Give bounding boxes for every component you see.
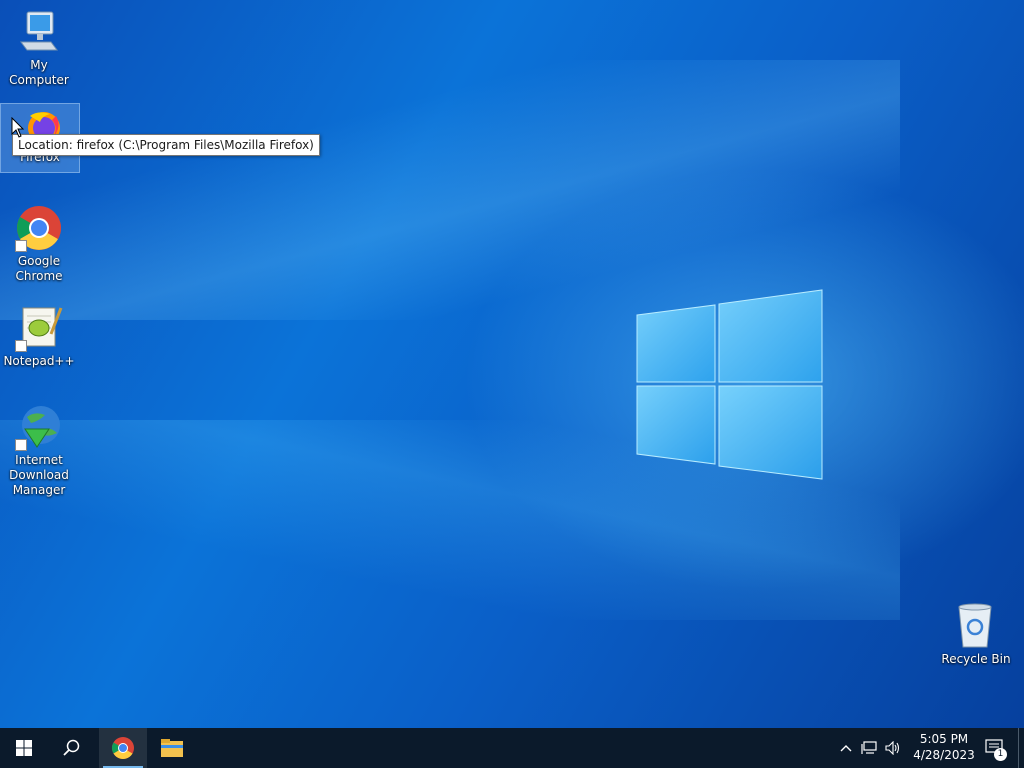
desktop-icon-internet-download-manager[interactable]: Internet Download Manager (0, 403, 78, 498)
clock-date: 4/28/2023 (913, 748, 975, 762)
shortcut-arrow-icon (15, 340, 27, 352)
speaker-icon (885, 741, 900, 755)
icon-label: Internet Download Manager (9, 453, 69, 497)
search-button[interactable] (48, 728, 96, 768)
notification-count-badge: 1 (994, 748, 1007, 761)
network-icon (861, 741, 877, 754)
shortcut-arrow-icon (15, 439, 27, 451)
taskbar-chrome-button[interactable] (99, 728, 147, 768)
network-button[interactable] (858, 728, 880, 768)
desktop-icon-recycle-bin[interactable]: Recycle Bin (936, 601, 1014, 667)
taskbar-file-explorer-button[interactable] (148, 728, 196, 768)
recycle-bin-icon (951, 601, 999, 649)
icon-label: Notepad++ (3, 354, 75, 368)
light-beam-upper (0, 60, 900, 320)
chrome-icon (15, 204, 63, 252)
desktop-icon-notepad-plus-plus[interactable]: Notepad++ (0, 304, 78, 369)
icon-label: Google Chrome (15, 254, 63, 283)
search-icon (63, 739, 80, 756)
system-tray: 5:05 PM 4/28/2023 1 (824, 728, 1024, 768)
start-button[interactable] (0, 728, 48, 768)
clock[interactable]: 5:05 PM 4/28/2023 (912, 731, 976, 763)
show-hidden-icons-button[interactable] (836, 728, 856, 768)
volume-button[interactable] (882, 728, 904, 768)
desktop-icon-my-computer[interactable]: My Computer (0, 8, 78, 88)
notepad-plus-plus-icon (15, 304, 63, 352)
idm-icon (15, 403, 63, 451)
file-explorer-icon (161, 739, 183, 757)
icon-label: Recycle Bin (941, 652, 1011, 666)
shortcut-arrow-icon (15, 240, 27, 252)
desktop[interactable]: My Computer Firefox Google Chrome Notepa… (0, 0, 1024, 728)
show-desktop-button[interactable] (1018, 728, 1024, 768)
desktop-icon-google-chrome[interactable]: Google Chrome (0, 204, 78, 284)
windows-logo-wallpaper (636, 289, 823, 480)
chevron-up-icon (840, 745, 852, 752)
chrome-icon (112, 737, 134, 759)
mouse-cursor-icon (11, 117, 25, 138)
action-center-button[interactable]: 1 (978, 728, 1012, 768)
computer-icon (15, 8, 63, 56)
tooltip: Location: firefox (C:\Program Files\Mozi… (12, 134, 320, 156)
windows-start-icon (16, 740, 32, 756)
clock-time: 5:05 PM (919, 732, 969, 746)
icon-label: My Computer (9, 58, 69, 87)
taskbar: 5:05 PM 4/28/2023 1 (0, 728, 1024, 768)
